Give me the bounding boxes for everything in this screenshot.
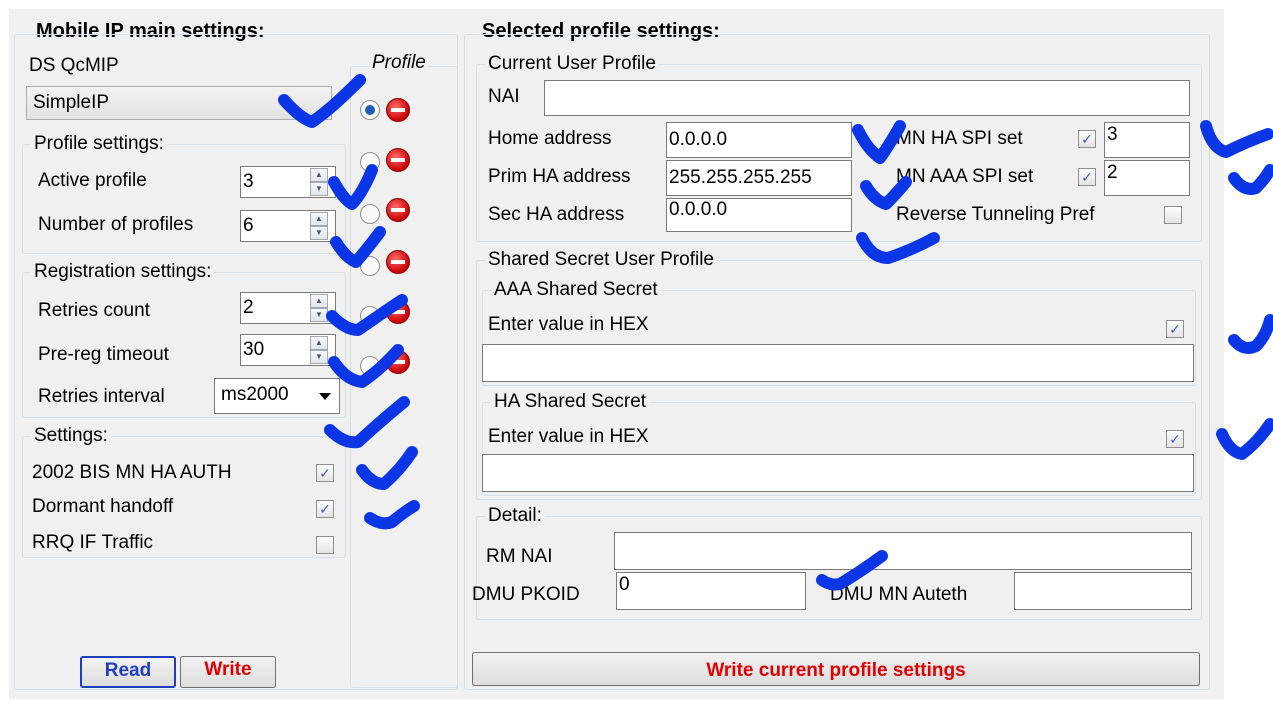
check-mark-icon <box>330 226 386 268</box>
check-mark-icon <box>1200 120 1273 158</box>
check-mark-icon <box>328 164 378 210</box>
check-mark-icon <box>328 344 404 388</box>
check-mark-icon <box>860 176 912 210</box>
check-mark-icon <box>364 500 420 530</box>
check-mark-icon <box>278 74 366 128</box>
check-mark-icon <box>1216 418 1273 460</box>
check-mark-icon <box>356 446 418 490</box>
check-mark-icon <box>1228 314 1273 354</box>
check-mark-icon <box>324 396 410 449</box>
check-mark-icon <box>852 120 906 164</box>
check-mark-icon <box>1228 164 1273 195</box>
check-mark-icon <box>816 550 888 591</box>
check-mark-icon <box>326 294 408 336</box>
annotation-checkmarks <box>278 74 1273 591</box>
check-mark-icon <box>856 232 940 264</box>
